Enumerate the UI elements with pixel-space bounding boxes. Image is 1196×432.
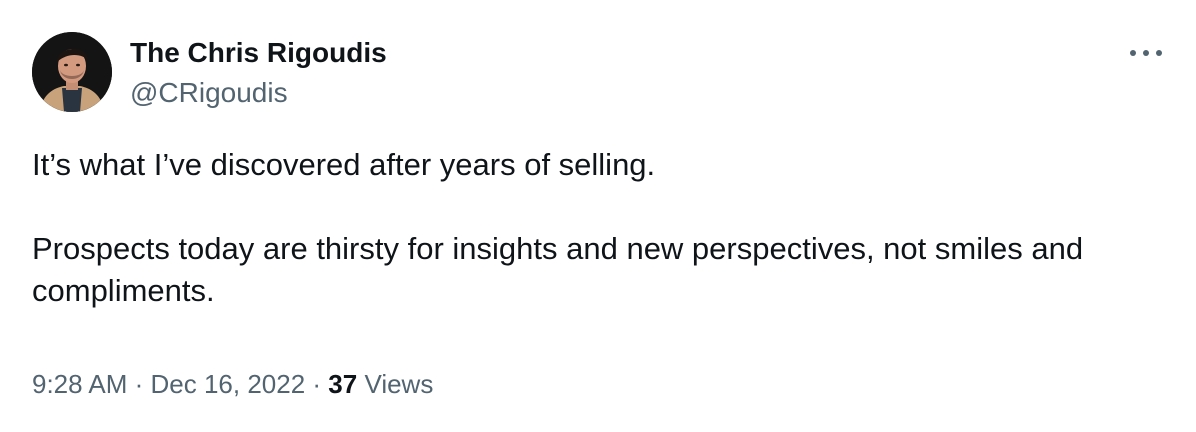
tweet-text: It’s what I’ve discovered after years of…	[32, 144, 1172, 312]
views-label[interactable]: Views	[364, 369, 433, 399]
more-horizontal-icon	[1130, 50, 1162, 56]
tweet-paragraph: It’s what I’ve discovered after years of…	[32, 147, 656, 182]
tweet-metadata: 9:28 AM · Dec 16, 2022 · 37 Views	[32, 366, 433, 402]
meta-separator: ·	[134, 369, 151, 399]
more-options-button[interactable]	[1124, 38, 1168, 68]
profile-photo-icon	[32, 32, 112, 112]
views-count[interactable]: 37	[328, 369, 364, 399]
author-handle[interactable]: @CRigoudis	[130, 76, 288, 110]
tweet-date[interactable]: Dec 16, 2022	[151, 369, 313, 399]
tweet-card: The Chris Rigoudis @CRigoudis It’s what …	[0, 0, 1196, 432]
meta-separator: ·	[312, 369, 329, 399]
avatar[interactable]	[32, 32, 112, 112]
author-display-name[interactable]: The Chris Rigoudis	[130, 36, 387, 70]
tweet-time[interactable]: 9:28 AM	[32, 369, 135, 399]
tweet-paragraph: Prospects today are thirsty for insights…	[32, 231, 1084, 308]
